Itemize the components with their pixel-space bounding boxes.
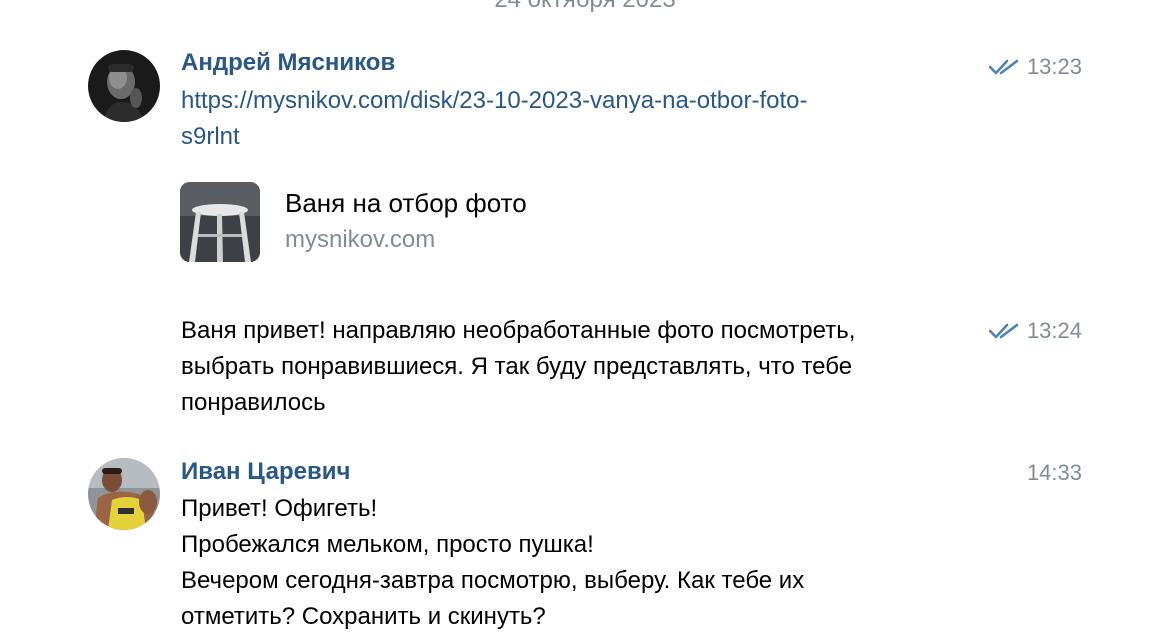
stool-photo-icon	[180, 182, 260, 262]
double-check-icon	[988, 59, 1019, 75]
double-check-icon	[988, 323, 1019, 339]
preview-title: Ваня на отбор фото	[285, 188, 527, 218]
message-time: 13:24	[1026, 318, 1082, 343]
message-link[interactable]: https://mysnikov.com/disk/23-10-2023-van…	[181, 83, 941, 155]
message-text: Привет! Офигеть! Пробежался мельком, про…	[181, 491, 971, 635]
text-line: Привет! Офигеть!	[181, 495, 378, 522]
avatar-andrey[interactable]	[88, 50, 160, 122]
text-line: Ваня привет! направляю необработанные фо…	[181, 317, 856, 344]
link-line: https://mysnikov.com/disk/23-10-2023-van…	[181, 87, 808, 114]
avatar-ivan[interactable]	[88, 458, 160, 530]
link-preview-card[interactable]: Ваня на отбор фото mysnikov.com	[180, 182, 700, 262]
text-line: Вечером сегодня-завтра посмотрю, выберу.…	[181, 567, 805, 594]
author-name[interactable]: Иван Царевич	[181, 457, 350, 487]
text-line: понравилось	[181, 389, 326, 416]
message-time: 14:33	[1026, 460, 1082, 485]
message-text: Ваня привет! направляю необработанные фо…	[181, 313, 971, 421]
link-line: s9rlnt	[181, 123, 240, 150]
text-line: отметить? Сохранить и скинуть?	[181, 603, 546, 630]
date-divider: 24 октября 2023	[0, 0, 1170, 14]
text-line: Пробежался мельком, просто пушка!	[181, 531, 594, 558]
chat-history: 24 октября 2023 Андрей Мясников 13:23 ht…	[0, 0, 1170, 640]
message-meta: 13:24	[988, 316, 1082, 346]
preview-domain: mysnikov.com	[285, 226, 436, 253]
text-line: выбрать понравившиеся. Я так буду предст…	[181, 353, 853, 380]
author-name[interactable]: Андрей Мясников	[181, 48, 395, 78]
message-time: 13:23	[1026, 54, 1082, 79]
message-meta: 14:33	[1027, 458, 1082, 488]
message-meta: 13:23	[988, 52, 1082, 82]
